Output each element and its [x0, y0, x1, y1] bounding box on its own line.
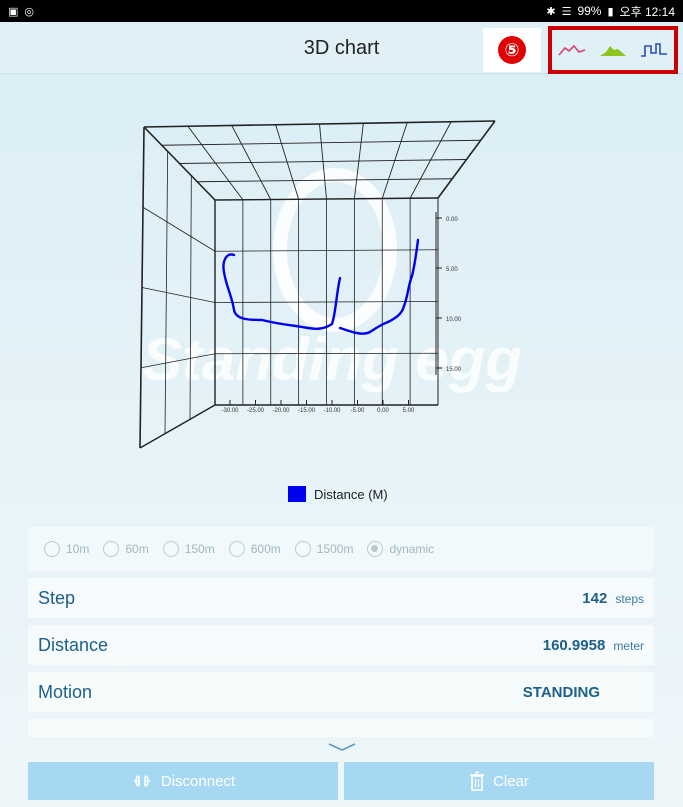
- step-value: 142: [582, 589, 608, 607]
- chevron-down-icon[interactable]: [327, 742, 357, 752]
- chart-3d[interactable]: Standing egg 0.00 5.00 10.00 15.00 -30.00 -2…: [120, 100, 520, 480]
- motion-label: Motion: [38, 681, 93, 702]
- x-tick-label: -20.00: [272, 408, 290, 414]
- x-tick-label: 0.00: [377, 408, 389, 414]
- range-option-1500m[interactable]: 1500m: [294, 541, 354, 557]
- range-option-label: dynamic: [389, 542, 435, 556]
- battery-icon: ▮: [607, 4, 614, 18]
- range-option-60m[interactable]: 60m: [103, 541, 149, 557]
- step-chart-icon[interactable]: [639, 40, 669, 60]
- distance-value: 160.9958: [542, 636, 606, 654]
- disconnect-icon: [133, 775, 150, 787]
- x-tick-label: -30.00: [221, 408, 239, 414]
- gallery-icon: ▣: [8, 4, 19, 18]
- range-option-label: 600m: [250, 542, 281, 556]
- grid-line: [214, 352, 439, 355]
- radio-circle: [162, 541, 179, 557]
- x-tick-group: -30.00 -25.00 -20.00 -15.00 -10.00 -5.00 0.00 5…: [221, 400, 415, 414]
- distance-row: Distance 160.9958 meter: [28, 625, 654, 665]
- radio-circle: [367, 541, 384, 557]
- motion-value: STANDING: [522, 683, 600, 701]
- grid-line: [141, 287, 216, 303]
- range-option-10m[interactable]: 10m: [44, 541, 89, 557]
- trash-icon: [470, 771, 485, 791]
- distance-unit: meter: [613, 638, 644, 653]
- clock: 오후 12:14: [619, 4, 675, 19]
- radio-circle: [103, 541, 120, 557]
- range-option-dynamic[interactable]: dynamic: [367, 541, 434, 557]
- step-row: Step 142 steps: [28, 578, 654, 618]
- x-tick-label: 5.00: [403, 408, 415, 414]
- disconnect-label: Disconnect: [160, 772, 236, 790]
- frame-edge: [139, 404, 216, 449]
- wifi-icon: ☰: [561, 4, 572, 18]
- sync-icon: ◎: [24, 4, 35, 18]
- chart-type-switch: [548, 26, 678, 74]
- bluetooth-icon: ✱: [546, 4, 556, 18]
- x-tick-label: -5.00: [351, 408, 365, 414]
- distance-label: Distance: [38, 634, 109, 655]
- y-tick-label: 15.00: [446, 367, 462, 373]
- step-unit: steps: [615, 591, 644, 606]
- motion-row: Motion STANDING: [28, 672, 654, 712]
- legend-label: Distance (M): [314, 486, 388, 502]
- range-option-150m[interactable]: 150m: [162, 541, 215, 557]
- grid-line: [142, 206, 216, 252]
- watermark-text: Standing egg: [142, 326, 520, 393]
- area-chart-icon[interactable]: [598, 40, 628, 60]
- chart-legend: Distance (M): [288, 486, 388, 502]
- range-option-label: 150m: [184, 542, 215, 556]
- annotation-badge: ⑤: [483, 28, 541, 72]
- status-bar: ▣ ◎ ✱ ☰ 99% ▮ 오후 12:14: [0, 0, 683, 22]
- x-tick-label: -10.00: [323, 408, 341, 414]
- chart-frame: [139, 120, 496, 449]
- radio-circle: [44, 541, 60, 557]
- radio-circle: [294, 541, 311, 557]
- range-option-label: 60m: [125, 542, 149, 556]
- x-tick-label: -25.00: [247, 408, 265, 414]
- disconnect-button[interactable]: Disconnect: [28, 762, 338, 800]
- more-row: [28, 719, 654, 737]
- battery-percent: 99%: [577, 4, 602, 18]
- time-range-selector: 10m 60m 150m 600m 1500m dynamic: [28, 527, 654, 571]
- annotation-number: ⑤: [498, 36, 526, 64]
- range-option-label: 1500m: [316, 542, 354, 556]
- range-option-label: 10m: [66, 542, 90, 556]
- legend-swatch: [288, 486, 306, 502]
- radio-circle: [228, 541, 245, 557]
- y-tick-label: 10.00: [446, 317, 462, 323]
- range-option-600m[interactable]: 600m: [228, 541, 281, 557]
- x-tick-label: -15.00: [298, 408, 316, 414]
- clear-button[interactable]: Clear: [344, 762, 654, 800]
- y-tick-label: 0.00: [446, 217, 458, 223]
- line-chart-icon[interactable]: [557, 40, 587, 60]
- clear-label: Clear: [493, 772, 529, 790]
- watermark: Standing egg: [142, 168, 520, 393]
- y-tick-label: 5.00: [446, 267, 458, 273]
- step-label: Step: [38, 587, 76, 608]
